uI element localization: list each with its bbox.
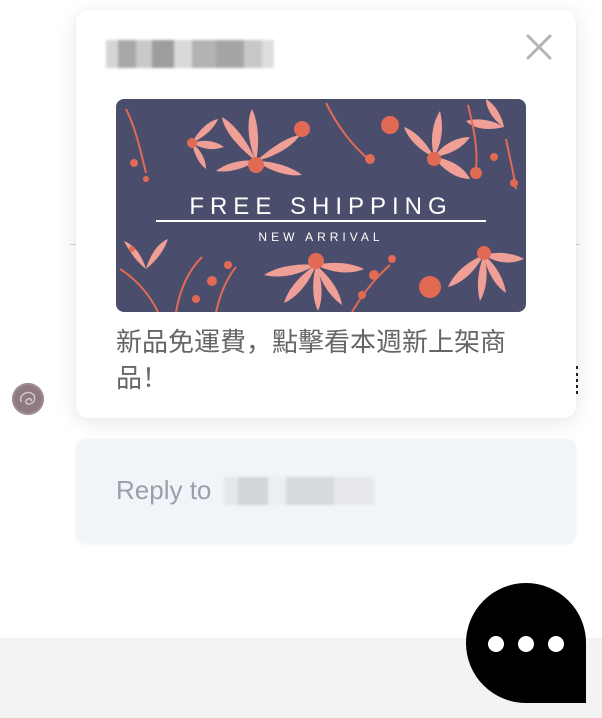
ellipsis-dot [548, 636, 564, 652]
promo-banner-image[interactable]: FREE SHIPPING NEW ARRIVAL [116, 99, 526, 312]
avatar-icon [19, 391, 36, 405]
close-button[interactable] [524, 32, 554, 62]
message-popup[interactable]: FREE SHIPPING NEW ARRIVAL 新品免運費，點擊看本週新上架… [76, 10, 576, 418]
close-icon [526, 34, 552, 60]
avatar[interactable] [12, 383, 44, 415]
banner-subtitle: NEW ARRIVAL [258, 230, 384, 244]
banner-title: FREE SHIPPING [189, 193, 453, 220]
ellipsis-dot [488, 636, 504, 652]
reply-input[interactable]: Reply to [76, 439, 576, 543]
message-text: 新品免運費，點擊看本週新上架商品！ [116, 328, 507, 394]
banner-title-underline [156, 220, 486, 222]
reply-placeholder: Reply to [116, 475, 212, 505]
ellipsis-dot [518, 636, 534, 652]
sender-name [106, 40, 274, 68]
chat-launcher-button[interactable] [466, 583, 586, 703]
reply-recipient-name [224, 477, 374, 505]
